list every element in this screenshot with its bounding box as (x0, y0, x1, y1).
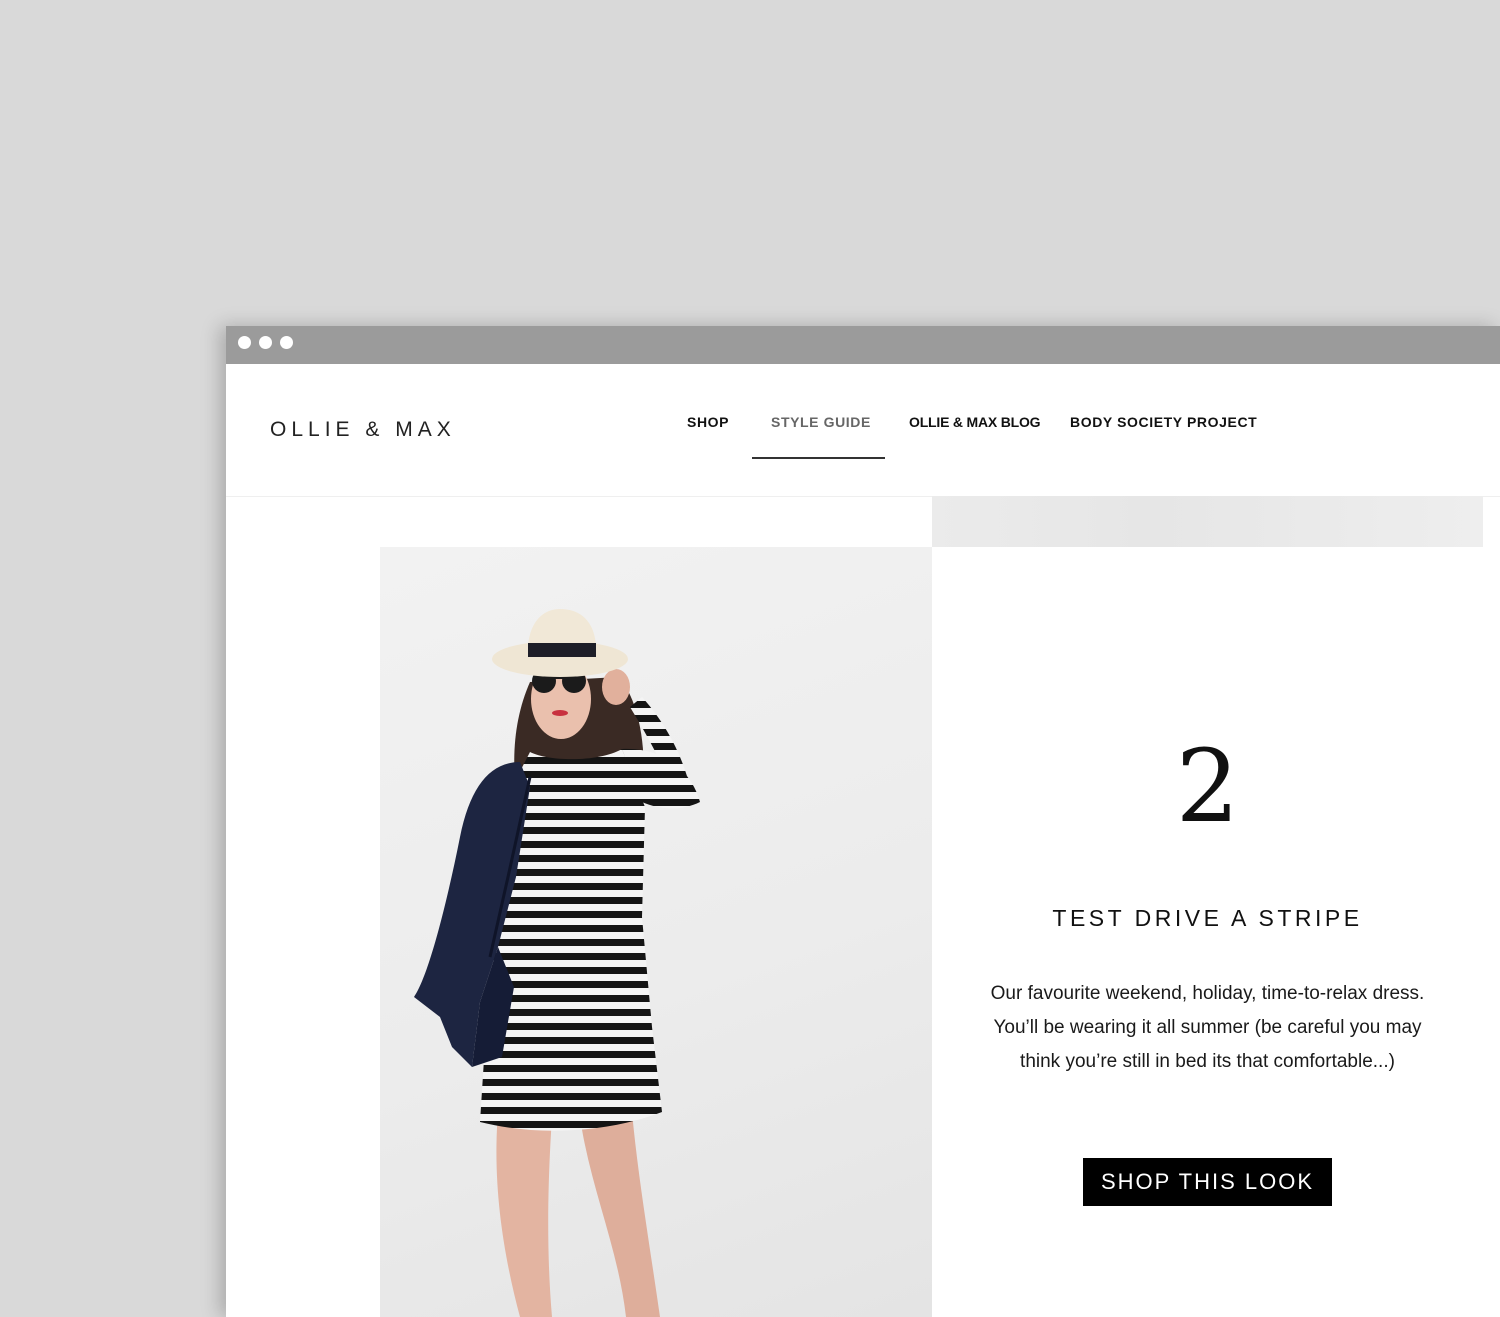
window-maximize-dot-icon[interactable] (280, 336, 293, 349)
window-close-dot-icon[interactable] (238, 336, 251, 349)
shop-this-look-button[interactable]: SHOP THIS LOOK (1083, 1158, 1332, 1206)
nav-item-body-society-project[interactable]: BODY SOCIETY PROJECT (1070, 414, 1257, 430)
feature-title: TEST DRIVE A STRIPE (1052, 905, 1363, 931)
nav-item-style-guide[interactable]: STYLE GUIDE (771, 414, 871, 430)
main-nav: SHOP STYLE GUIDE OLLIE & MAX BLOG BODY S… (226, 414, 1500, 444)
window-minimize-dot-icon[interactable] (259, 336, 272, 349)
window-titlebar (226, 326, 1500, 364)
model-photo-illustration (414, 609, 700, 1317)
feature-panel: 2 TEST DRIVE A STRIPE Our favourite week… (932, 547, 1483, 1317)
browser-window: OLLIE & MAX SHOP STYLE GUIDE OLLIE & MAX… (226, 326, 1500, 1317)
nav-item-blog[interactable]: OLLIE & MAX BLOG (909, 414, 1041, 430)
feature-description: Our favourite weekend, holiday, time-to-… (990, 983, 1425, 1072)
step-number: 2 (1175, 728, 1240, 845)
nav-item-shop[interactable]: SHOP (687, 414, 729, 430)
active-nav-underline (752, 457, 885, 459)
model-photo (380, 547, 932, 1317)
site-header: OLLIE & MAX SHOP STYLE GUIDE OLLIE & MAX… (226, 364, 1500, 497)
previous-image-strip (932, 496, 1483, 547)
